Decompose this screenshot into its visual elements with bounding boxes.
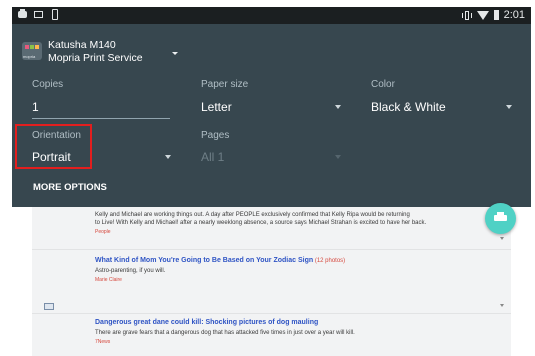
android-screen: 2:01 mopria Katusha M140 Mopria Print Se… [12,7,531,356]
image-placeholder-icon [44,303,54,310]
printer-app-icon: mopria [22,42,42,60]
divider [32,249,511,250]
battery-icon [493,10,499,20]
print-preview-page: Kelly and Michael are working things out… [32,207,511,356]
chevron-down-icon [506,105,512,109]
story3-title: Dangerous great dane could kill: Shockin… [95,319,319,326]
chevron-down-icon [335,155,341,159]
printer-selector[interactable]: mopria Katusha M140 Mopria Print Service [22,37,202,67]
divider [32,313,511,314]
notification-icon [18,9,27,20]
clock: 2:01 [503,9,525,21]
story1-text: Kelly and Michael are working things out… [95,212,410,218]
printer-name: Katusha M140 [48,39,116,51]
color-dropdown[interactable]: Black & White [371,100,446,114]
notification-icons [18,9,59,20]
story2-headline: What Kind of Mom You're Going to Be Base… [95,257,345,264]
pages-dropdown[interactable]: All 1 [201,150,224,164]
chevron-down-icon [500,237,504,240]
chevron-down-icon [165,155,171,159]
story1-source: People [95,229,111,235]
copies-label: Copies [32,79,64,90]
orientation-highlight-box [15,124,92,169]
story3-text: There are grave fears that a dangerous d… [95,330,355,336]
pages-label: Pages [201,130,230,141]
screenshot-icon [34,9,43,20]
status-bar: 2:01 [12,7,531,24]
color-label: Color [371,79,395,90]
printer-service: Mopria Print Service [48,52,143,64]
chevron-down-icon [172,52,178,55]
phone-icon [50,9,59,20]
paper-size-label: Paper size [201,79,249,90]
story1-text-2: to Live! With Kelly and Michael! after a… [95,220,427,226]
story3-source: 7News [95,339,111,345]
story2-title: What Kind of Mom You're Going to Be Base… [95,257,314,264]
vibrate-icon [461,10,472,20]
chevron-down-icon [500,304,504,307]
paper-size-dropdown[interactable]: Letter [201,100,232,114]
wifi-icon [476,10,489,20]
print-button[interactable] [485,203,516,234]
print-options-panel: mopria Katusha M140 Mopria Print Service… [12,24,531,211]
chevron-down-icon [335,105,341,109]
print-icon [494,212,507,224]
copies-underline [32,118,170,119]
system-icons: 2:01 [461,9,525,21]
story2-text: Astro-parenting, if you will. [95,268,166,274]
story2-count: (12 photos) [314,258,346,264]
story2-source: Marie Claire [95,277,122,283]
more-options-button[interactable]: MORE OPTIONS [33,182,107,193]
copies-input[interactable]: 1 [32,100,39,114]
